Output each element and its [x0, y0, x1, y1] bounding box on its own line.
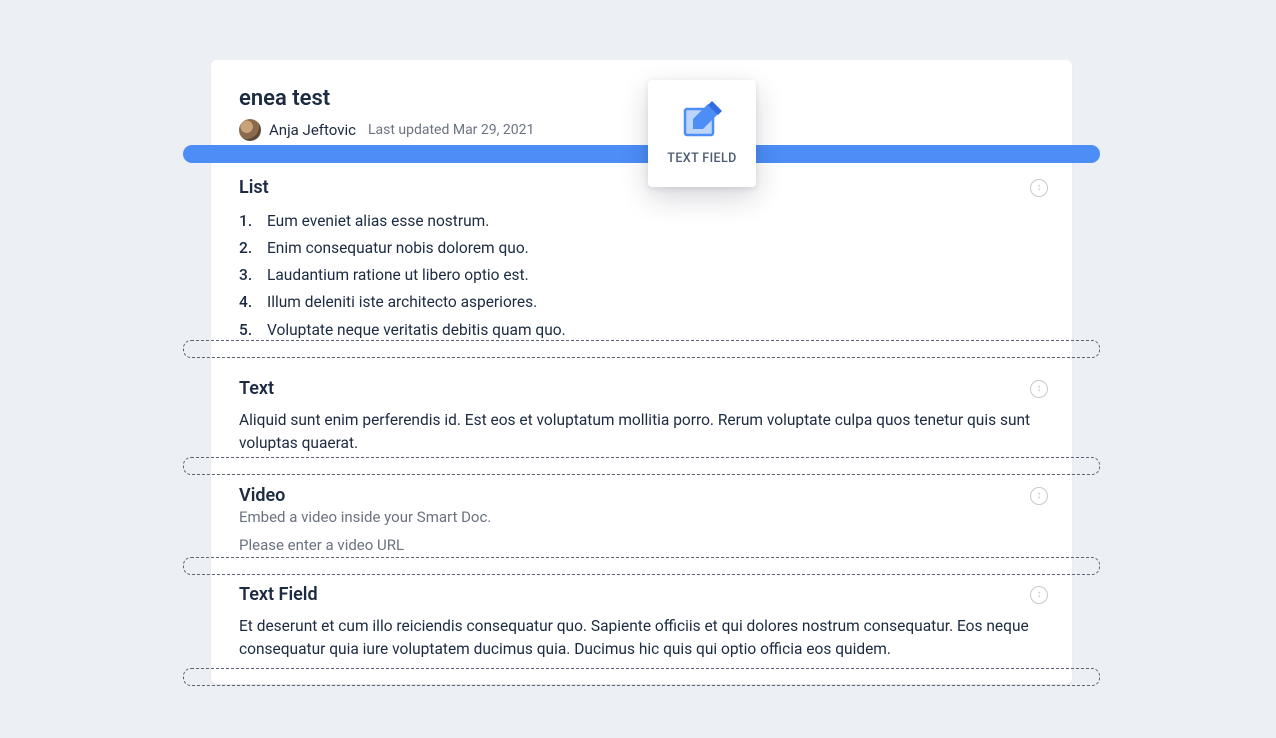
- section-list[interactable]: List Eum eveniet alias esse nostrum. Eni…: [239, 177, 1044, 344]
- page-title: enea test: [239, 86, 1044, 111]
- drag-handle-icon[interactable]: [1030, 179, 1048, 197]
- last-updated: Last updated Mar 29, 2021: [368, 122, 534, 138]
- text-field-body[interactable]: Et deserunt et cum illo reiciendis conse…: [239, 615, 1044, 662]
- list-item[interactable]: Laudantium ratione ut libero optio est.: [239, 262, 1044, 289]
- list-item[interactable]: Enim consequatur nobis dolorem quo.: [239, 235, 1044, 262]
- text-body[interactable]: Aliquid sunt enim perferendis id. Est eo…: [239, 409, 1044, 456]
- drop-zone[interactable]: [183, 557, 1100, 575]
- drop-zone[interactable]: [183, 340, 1100, 358]
- section-video[interactable]: Video Embed a video inside your Smart Do…: [239, 485, 1044, 554]
- section-heading-text-field: Text Field: [239, 584, 1044, 605]
- drag-handle-icon[interactable]: [1030, 586, 1048, 604]
- video-url-input[interactable]: Please enter a video URL: [239, 536, 1044, 554]
- ordered-list: Eum eveniet alias esse nostrum. Enim con…: [239, 208, 1044, 344]
- meta-row: Anja Jeftovic Last updated Mar 29, 2021: [239, 119, 1044, 141]
- edit-square-icon: [682, 101, 722, 137]
- drop-zone[interactable]: [183, 457, 1100, 475]
- drag-tile-label: TEXT FIELD: [667, 151, 736, 166]
- avatar[interactable]: [239, 119, 261, 141]
- author-name[interactable]: Anja Jeftovic: [269, 121, 356, 139]
- list-item[interactable]: Eum eveniet alias esse nostrum.: [239, 208, 1044, 235]
- list-item[interactable]: Illum deleniti iste architecto asperiore…: [239, 289, 1044, 316]
- section-heading-video: Video: [239, 485, 1044, 506]
- drop-zone[interactable]: [183, 668, 1100, 686]
- drag-tile-text-field[interactable]: TEXT FIELD: [648, 80, 756, 187]
- section-heading-list: List: [239, 177, 1044, 198]
- section-text[interactable]: Text Aliquid sunt enim perferendis id. E…: [239, 378, 1044, 456]
- drag-handle-icon[interactable]: [1030, 487, 1048, 505]
- section-heading-text: Text: [239, 378, 1044, 399]
- drag-handle-icon[interactable]: [1030, 380, 1048, 398]
- video-subtext: Embed a video inside your Smart Doc.: [239, 508, 1044, 526]
- section-text-field[interactable]: Text Field Et deserunt et cum illo reici…: [239, 584, 1044, 662]
- insertion-indicator: [183, 145, 1100, 163]
